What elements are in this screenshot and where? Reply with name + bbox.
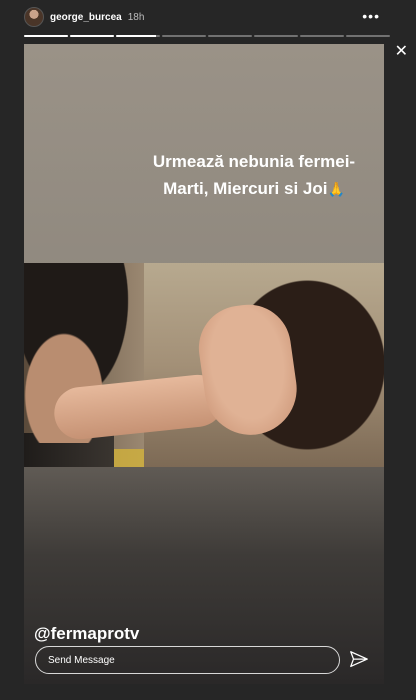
progress-fill xyxy=(116,35,156,37)
progress-segment xyxy=(24,35,68,37)
progress-fill xyxy=(70,35,114,37)
progress-segment xyxy=(300,35,344,37)
story-progress-bar xyxy=(24,35,390,37)
progress-fill xyxy=(24,35,68,37)
praying-hands-emoji: 🙏 xyxy=(327,181,345,197)
story-caption: Urmează nebunia fermei- Marti, Miercuri … xyxy=(144,148,364,203)
story-content[interactable]: Urmează nebunia fermei- Marti, Miercuri … xyxy=(24,44,384,684)
progress-segment xyxy=(70,35,114,37)
story-header: george_burcea 18h ••• xyxy=(24,6,390,28)
send-message-input[interactable]: Send Message xyxy=(35,646,340,674)
caption-text: Urmează nebunia fermei- Marti, Miercuri … xyxy=(152,152,356,198)
send-icon[interactable] xyxy=(348,649,370,671)
send-message-placeholder: Send Message xyxy=(48,654,115,666)
username[interactable]: george_burcea xyxy=(50,12,122,23)
close-icon[interactable]: ✕ xyxy=(395,44,408,60)
user-avatar[interactable] xyxy=(24,7,44,27)
progress-segment xyxy=(208,35,252,37)
mention-sticker[interactable]: @fermaprotv xyxy=(34,624,139,644)
story-timestamp: 18h xyxy=(127,11,145,23)
more-options-icon[interactable]: ••• xyxy=(362,9,380,23)
progress-segment xyxy=(254,35,298,37)
progress-segment xyxy=(116,35,160,37)
progress-segment xyxy=(162,35,206,37)
story-photo xyxy=(24,263,384,467)
progress-segment xyxy=(346,35,390,37)
